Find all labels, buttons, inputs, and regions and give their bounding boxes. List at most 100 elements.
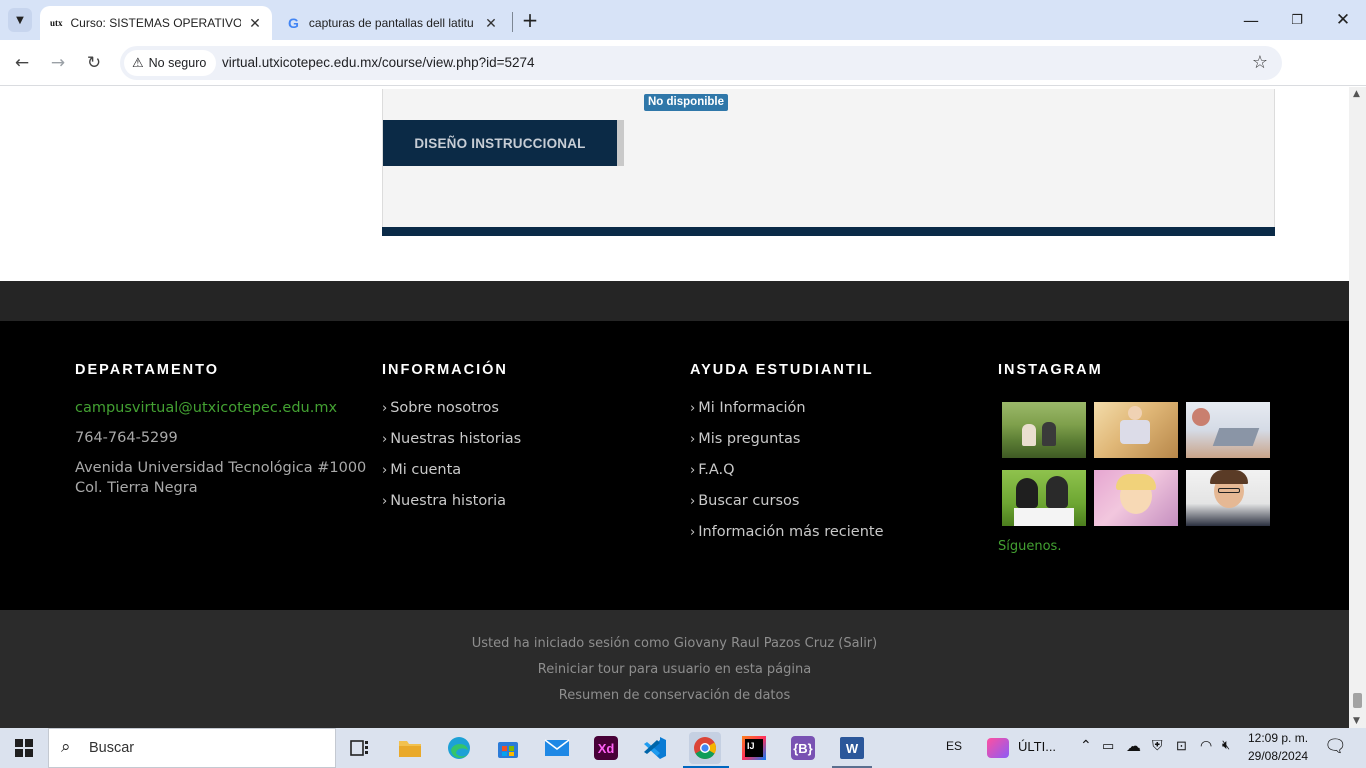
- url-text[interactable]: virtual.utxicotepec.edu.mx/course/view.p…: [222, 55, 535, 70]
- data-retention-link[interactable]: Resumen de conservación de datos: [0, 688, 1349, 703]
- tab-title: capturas de pantallas dell latitu: [308, 16, 474, 30]
- input-language-indicator[interactable]: ES: [946, 739, 962, 753]
- word-icon[interactable]: W: [836, 732, 868, 764]
- taskbar-search-box[interactable]: ⌕ Buscar: [48, 728, 336, 768]
- footer-link-label: Nuestra historia: [390, 493, 507, 509]
- tab-search-button[interactable]: ▼: [8, 8, 32, 32]
- chevron-right-icon: ›: [690, 432, 696, 447]
- site-info-chip[interactable]: ⚠ No seguro: [124, 50, 217, 76]
- footer-link-mi-cuenta[interactable]: › Mi cuenta: [382, 462, 461, 478]
- footer-link-nuestras-historias[interactable]: › Nuestras historias: [382, 431, 521, 447]
- windows-taskbar: ⌕ Buscar Xd IJ {B} W ES ÚLTI... ⌃ ▭ ☁ ⛨ …: [0, 728, 1366, 768]
- intellij-idea-icon[interactable]: IJ: [738, 732, 770, 764]
- file-explorer-icon[interactable]: [394, 732, 426, 764]
- volume-muted-icon[interactable]: 🔇︎: [1222, 737, 1230, 753]
- page-scrollbar[interactable]: ▲ ▼: [1349, 87, 1366, 728]
- clock-time[interactable]: 12:09 p. m.: [1248, 731, 1308, 745]
- instagram-photo-laptop-work[interactable]: [1186, 402, 1270, 458]
- tab-active-course[interactable]: utx Curso: SISTEMAS OPERATIVOS- ✕: [40, 6, 272, 40]
- task-view-icon[interactable]: [344, 732, 376, 764]
- instagram-photo-guitar-kid[interactable]: [1094, 402, 1178, 458]
- restore-button[interactable]: ❐: [1274, 0, 1320, 40]
- adobe-xd-icon[interactable]: Xd: [590, 732, 622, 764]
- contact-address-line1: Avenida Universidad Tecnológica #1000: [75, 460, 367, 476]
- clock-date[interactable]: 29/08/2024: [1248, 749, 1308, 763]
- footer-link-info-reciente[interactable]: › Información más reciente: [690, 524, 884, 540]
- google-g-icon: G: [288, 15, 299, 31]
- footer-heading-instagram: INSTAGRAM: [998, 362, 1103, 378]
- forward-button[interactable]: →: [43, 48, 73, 78]
- footer-bottom-bar: Usted ha iniciado sesión como Giovany Ra…: [0, 610, 1349, 728]
- start-button[interactable]: [0, 728, 48, 768]
- address-bar[interactable]: ⚠ No seguro virtual.utxicotepec.edu.mx/c…: [120, 46, 1282, 80]
- close-tab-icon[interactable]: ✕: [246, 14, 264, 32]
- contact-email-link[interactable]: campusvirtual@utxicotepec.edu.mx: [75, 398, 337, 418]
- scroll-down-arrow-icon[interactable]: ▼: [1353, 716, 1360, 726]
- instagram-follow-link[interactable]: Síguenos.: [998, 537, 1061, 557]
- instagram-photo-two-girls[interactable]: [1002, 470, 1086, 526]
- module-button-edge: [617, 120, 624, 166]
- reset-tour-link[interactable]: Reiniciar tour para usuario en esta pági…: [0, 662, 1349, 677]
- footer-link-buscar-cursos[interactable]: › Buscar cursos: [690, 493, 799, 509]
- news-widget-text[interactable]: ÚLTI...: [1018, 739, 1056, 754]
- footer-link-mi-informacion[interactable]: › Mi Información: [690, 400, 806, 416]
- plus-icon: +: [521, 8, 539, 32]
- camera-icon[interactable]: ⊡: [1176, 738, 1187, 754]
- footer-link-nuestra-historia[interactable]: › Nuestra historia: [382, 493, 506, 509]
- footer-link-label: Buscar cursos: [698, 493, 800, 509]
- onedrive-cloud-icon[interactable]: ☁: [1126, 737, 1141, 755]
- footer-link-label: Mi Información: [698, 400, 806, 416]
- availability-badge: No disponible: [644, 94, 729, 111]
- restore-icon: ❐: [1291, 12, 1303, 28]
- vscode-icon[interactable]: [639, 732, 671, 764]
- new-tab-button[interactable]: +: [518, 8, 542, 32]
- chrome-icon[interactable]: [689, 732, 721, 764]
- footer-link-label: Información más reciente: [698, 524, 884, 540]
- footer-top-band: [0, 281, 1349, 321]
- mail-icon[interactable]: [541, 732, 573, 764]
- notification-center-icon[interactable]: 🗨︎: [1324, 736, 1347, 757]
- footer-heading-ayuda: AYUDA ESTUDIANTIL: [690, 362, 874, 378]
- show-hidden-icons-icon[interactable]: ⌃: [1080, 737, 1092, 754]
- arrow-right-icon: →: [50, 53, 66, 73]
- footer-link-sobre-nosotros[interactable]: › Sobre nosotros: [382, 400, 499, 416]
- instagram-photo-woman-glasses[interactable]: [1186, 470, 1270, 526]
- footer-heading-informacion: INFORMACIÓN: [382, 362, 508, 378]
- instagram-photo-students-outdoors[interactable]: [1002, 402, 1086, 458]
- chevron-right-icon: ›: [690, 494, 696, 509]
- close-window-button[interactable]: ✕: [1320, 0, 1366, 40]
- footer-link-faq[interactable]: › F.A.Q: [690, 462, 735, 478]
- chevron-right-icon: ›: [690, 401, 696, 416]
- warning-triangle-icon: ⚠: [132, 55, 144, 70]
- footer-heading-departamento: DEPARTAMENTO: [75, 362, 220, 378]
- module-button[interactable]: DISEÑO INSTRUCCIONAL: [383, 120, 617, 166]
- bookmark-star-icon[interactable]: ☆: [1252, 52, 1268, 73]
- course-section-bottom-bar: [382, 227, 1275, 236]
- minimize-icon: —: [1243, 10, 1259, 30]
- scrollbar-thumb[interactable]: [1353, 693, 1362, 708]
- back-button[interactable]: ←: [7, 48, 37, 78]
- reload-button[interactable]: ↻: [79, 48, 109, 78]
- login-info-text[interactable]: Usted ha iniciado sesión como Giovany Ra…: [0, 636, 1349, 651]
- scroll-up-arrow-icon[interactable]: ▲: [1353, 89, 1360, 99]
- footer-link-label: Sobre nosotros: [390, 400, 499, 416]
- search-icon: ⌕: [61, 737, 71, 757]
- microsoft-store-icon[interactable]: [492, 732, 524, 764]
- bootstrap-studio-icon[interactable]: {B}: [787, 732, 819, 764]
- footer-link-mis-preguntas[interactable]: › Mis preguntas: [690, 431, 800, 447]
- tab-google-search[interactable]: G capturas de pantallas dell latitu ✕: [278, 6, 508, 40]
- security-label: No seguro: [148, 56, 207, 70]
- edge-browser-icon[interactable]: [443, 732, 475, 764]
- minimize-button[interactable]: —: [1228, 0, 1274, 40]
- footer-link-label: Mis preguntas: [698, 431, 801, 447]
- utx-logo-icon: utx: [50, 18, 63, 28]
- browser-toolbar: ← → ↻ ⚠ No seguro virtual.utxicotepec.ed…: [0, 40, 1366, 115]
- network-adapter-icon[interactable]: ▭: [1102, 738, 1114, 754]
- security-shield-icon[interactable]: ⛨: [1152, 737, 1163, 754]
- instagram-photo-smiling-child[interactable]: [1094, 470, 1178, 526]
- close-tab-icon[interactable]: ✕: [482, 14, 500, 32]
- wifi-icon[interactable]: ◠: [1200, 737, 1212, 754]
- news-widget-icon[interactable]: [987, 738, 1009, 758]
- contact-address-line2: Col. Tierra Negra: [75, 480, 198, 496]
- tab-title: Curso: SISTEMAS OPERATIVOS-: [70, 16, 241, 30]
